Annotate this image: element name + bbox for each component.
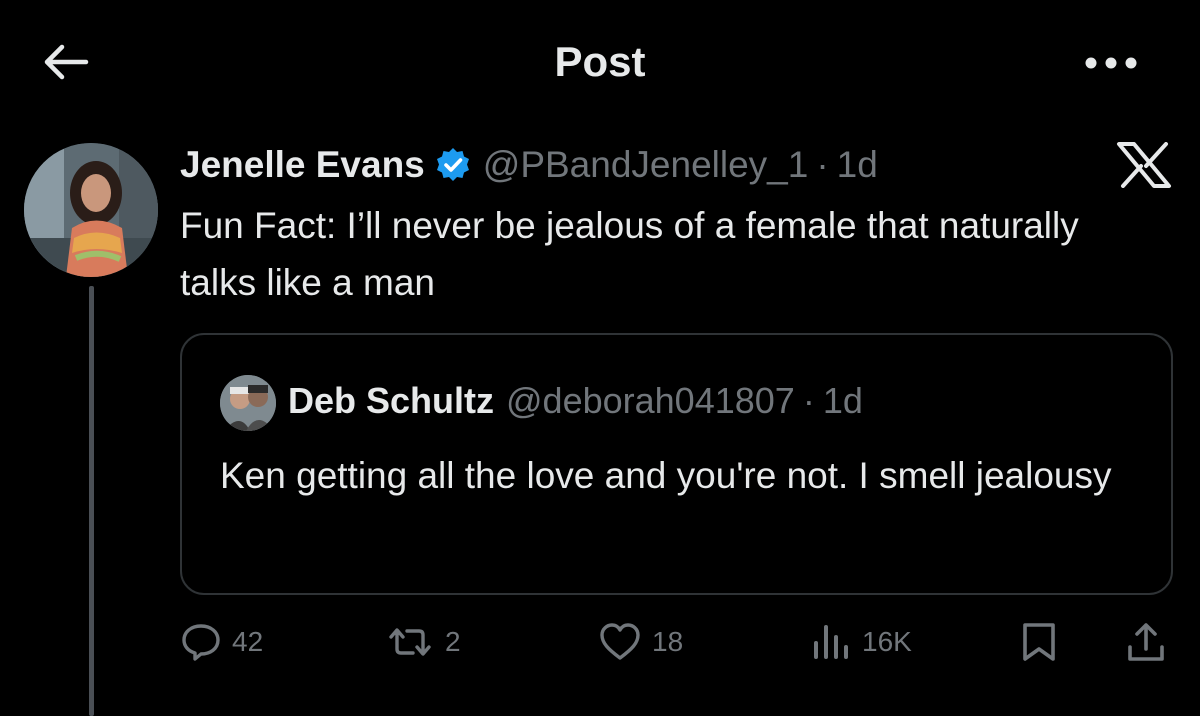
page-title: Post xyxy=(554,38,646,85)
bookmark-icon xyxy=(1023,623,1055,661)
bookmark-button[interactable] xyxy=(1020,612,1058,672)
reply-count: 42 xyxy=(232,626,264,657)
share-button[interactable] xyxy=(1126,612,1166,672)
quoted-author-handle[interactable]: @deborah041807 xyxy=(506,380,795,422)
quoted-author-avatar[interactable] xyxy=(220,375,276,431)
top-bar: Post xyxy=(0,0,1200,125)
more-dots-icon xyxy=(1085,57,1137,69)
like-count: 18 xyxy=(652,626,684,657)
quoted-post-header: Deb Schultz @deborah041807 · 1d xyxy=(288,377,863,425)
repost-count: 2 xyxy=(445,626,461,657)
repost-button[interactable]: 2 xyxy=(385,612,461,672)
reply-icon xyxy=(182,624,220,661)
post-actions: 42 2 18 16K xyxy=(180,612,1180,672)
post-timestamp[interactable]: 1d xyxy=(837,144,878,186)
verified-badge-icon xyxy=(435,147,471,183)
repost-icon xyxy=(389,628,431,656)
views-button[interactable]: 16K xyxy=(810,612,912,672)
quoted-post[interactable]: Deb Schultz @deborah041807 · 1d Ken gett… xyxy=(180,333,1173,595)
heart-icon xyxy=(600,623,640,660)
quoted-author-name[interactable]: Deb Schultz xyxy=(288,380,494,422)
quoted-timestamp: 1d xyxy=(822,380,863,421)
author-avatar[interactable] xyxy=(24,143,158,277)
post-header: Jenelle Evans @PBandJenelley_1 · 1d xyxy=(180,140,878,190)
views-icon xyxy=(814,625,848,659)
reply-button[interactable]: 42 xyxy=(180,612,263,672)
like-button[interactable]: 18 xyxy=(598,612,683,672)
author-handle[interactable]: @PBandJenelley_1 xyxy=(483,144,809,186)
post-text: Fun Fact: I’ll never be jealous of a fem… xyxy=(180,205,1079,303)
arrow-left-icon xyxy=(44,44,89,80)
separator-dot: · xyxy=(816,144,829,185)
view-count: 16K xyxy=(862,626,912,657)
share-icon xyxy=(1128,623,1164,661)
quoted-separator-dot: · xyxy=(802,380,815,421)
back-button[interactable] xyxy=(38,38,94,86)
more-options-button[interactable] xyxy=(1080,46,1142,80)
x-logo-icon xyxy=(1112,140,1176,190)
thread-line xyxy=(89,286,94,716)
author-name[interactable]: Jenelle Evans xyxy=(180,144,425,186)
quoted-post-text: Ken getting all the love and you're not.… xyxy=(220,455,1112,496)
